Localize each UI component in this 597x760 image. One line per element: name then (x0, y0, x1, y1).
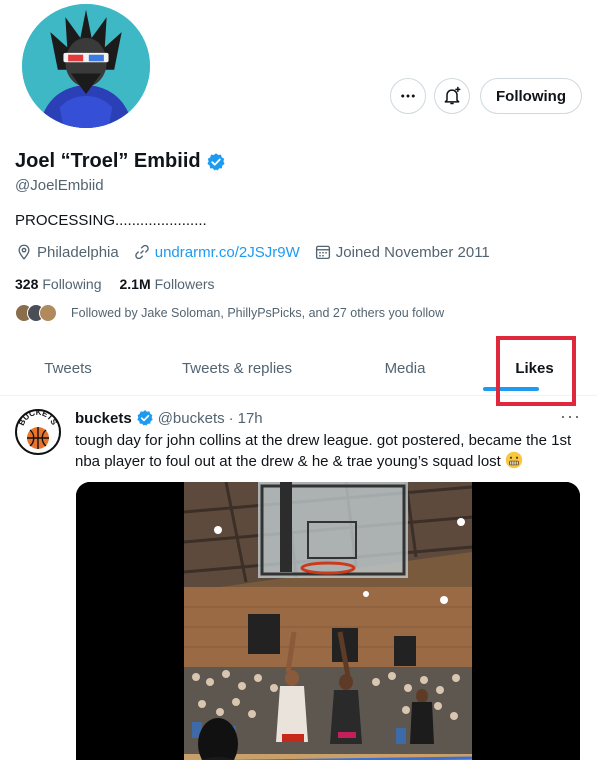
followers-stat[interactable]: 2.1M Followers (120, 276, 215, 292)
grimacing-face-emoji (505, 451, 523, 469)
location-item: Philadelphia (15, 243, 119, 261)
tweet-text: tough day for john collins at the drew l… (75, 430, 575, 472)
calendar-icon (315, 245, 330, 260)
link-icon (134, 244, 149, 260)
verified-badge-icon (207, 152, 225, 170)
website-item[interactable]: undrarmr.co/2JSJr9W (133, 243, 300, 261)
following-button[interactable]: Following (480, 78, 582, 114)
tab-tweets-replies[interactable]: Tweets & replies (136, 340, 338, 396)
display-name: Joel “Troel” Embiid (15, 150, 201, 172)
mini-avatar (39, 304, 57, 322)
tweet-body: tough day for john collins at the drew l… (75, 432, 572, 470)
following-count: 328 (15, 276, 39, 292)
video-frame (76, 482, 580, 760)
tweet-avatar[interactable]: BUCKETS (14, 408, 62, 456)
profile-name-row: Joel “Troel” Embiid (15, 150, 226, 173)
location-pin-icon (18, 244, 30, 260)
notification-bell-plus-icon (444, 86, 461, 105)
tab-tweets[interactable]: Tweets (0, 340, 136, 396)
buckets-logo: BUCKETS (14, 408, 62, 456)
follow-stats: 328 Following 2.1M Followers (15, 276, 233, 292)
profile-handle: @JoelEmbiid (15, 177, 104, 194)
following-label: Following (42, 276, 102, 292)
joined-text: Joined November 2011 (335, 243, 490, 261)
tweet-more-button[interactable]: ··· (560, 406, 581, 427)
more-horizontal-icon (401, 94, 415, 98)
website-link[interactable]: undrarmr.co/2JSJr9W (155, 244, 300, 261)
profile-meta: Philadelphia undrarmr.co/2JSJr9W Joined … (15, 243, 504, 261)
tweet-author-name[interactable]: buckets (75, 410, 132, 427)
following-stat[interactable]: 328 Following (15, 276, 102, 292)
tweet-timestamp[interactable]: 17h (238, 410, 263, 427)
location-text: Philadelphia (37, 243, 119, 261)
tab-media[interactable]: Media (338, 340, 472, 396)
tweet-header: buckets @buckets · 17h (75, 409, 263, 427)
tweet-author-handle[interactable]: @buckets (158, 410, 225, 427)
followers-label: Followers (154, 276, 215, 292)
notifications-button[interactable] (434, 78, 470, 114)
followed-by-avatars (15, 304, 57, 322)
profile-bio: PROCESSING...................... (15, 212, 207, 229)
tweet-separator: · (228, 409, 234, 427)
joined-item: Joined November 2011 (314, 243, 490, 261)
profile-avatar[interactable] (18, 0, 154, 132)
tweet-video[interactable] (76, 482, 580, 760)
followed-by-text: Followed by Jake Soloman, PhillyPsPicks,… (71, 306, 445, 320)
more-options-button[interactable] (390, 78, 426, 114)
followers-count: 2.1M (119, 276, 151, 292)
verified-badge-icon (136, 410, 153, 426)
tweet-item[interactable]: BUCKETS buckets @buckets · 17h ··· tough… (0, 396, 597, 760)
followed-by-row[interactable]: Followed by Jake Soloman, PhillyPsPicks,… (15, 304, 444, 322)
avatar-illustration (22, 4, 150, 128)
